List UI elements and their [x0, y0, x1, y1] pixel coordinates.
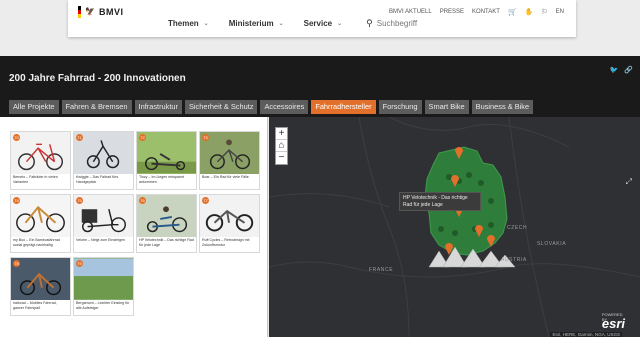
number-badge: 72 — [139, 134, 146, 141]
bike-photo: 70 — [11, 132, 70, 174]
eagle-icon: 🦅 — [85, 7, 95, 16]
map-label-france: FRANCE — [369, 267, 394, 273]
gallery-card[interactable]: 77 Ruff Cycles – Retrodesign mit Zukunft… — [199, 194, 260, 253]
bike-photo: 71 — [74, 132, 133, 174]
number-badge: 77 — [202, 197, 209, 204]
map-label-austria: AUSTRIA — [501, 257, 527, 263]
tab-sicherheit-schutz[interactable]: Sicherheit & Schutz — [184, 100, 258, 114]
number-badge: 71 — [76, 134, 83, 141]
number-badge: 76 — [139, 197, 146, 204]
link-icon[interactable]: 🔗 — [624, 66, 633, 74]
number-badge: 74 — [13, 197, 20, 204]
category-tabs: Alle Projekte Fahren & Bremsen Infrastru… — [9, 100, 534, 114]
bike-photo: 76 — [137, 195, 196, 237]
bike-photo: 77 — [200, 195, 259, 237]
bike-photo: 73 — [200, 132, 259, 174]
story-map-header: 200 Jahre Fahrrad - 200 Innovationen 🐦 🔗… — [0, 56, 640, 117]
language-switch[interactable]: EN — [556, 9, 564, 15]
search-field[interactable]: ⚲ Suchbegriff — [366, 18, 417, 29]
bike-photo: 72 — [137, 132, 196, 174]
project-gallery: 70 Bemelo – Falträder in vielen Variante… — [0, 117, 268, 337]
nav-themen[interactable]: Themen ⌄ — [168, 19, 209, 28]
number-badge: 75 — [76, 197, 83, 204]
gallery-card[interactable]: 73 Boar – Ein Rad für viele Fälle — [199, 131, 260, 190]
home-icon: ⌂ — [278, 140, 285, 151]
search-placeholder: Suchbegriff — [376, 19, 418, 28]
chevron-down-icon: ⌄ — [203, 21, 209, 27]
map-attribution: Esri, HERE, Garmin, NGA, USGS — [550, 332, 622, 337]
story-map[interactable]: + ⌂ − CZECH FRANCE AUSTRIA SLOVAKIA HP V… — [269, 117, 640, 337]
bike-photo: 74 — [11, 195, 70, 237]
chevron-down-icon: ⌄ — [337, 21, 343, 27]
card-caption: Velotm – Neigt zum Einsteigen — [76, 238, 125, 242]
share-links: 🐦 🔗 — [610, 66, 633, 74]
zoom-controls: + ⌂ − — [275, 127, 288, 165]
expand-icon[interactable]: ⤢ — [626, 177, 632, 187]
main-nav: Themen ⌄ Ministerium ⌄ Service ⌄ ⚲ Suchbegr… — [168, 18, 417, 29]
accessibility-icon[interactable]: ⚐ — [541, 8, 547, 16]
gallery-card[interactable]: 71 Kwiggle – Das Faltrad fürs Handgepäck — [73, 131, 134, 190]
tab-forschung[interactable]: Forschung — [378, 100, 422, 114]
nav-service-label: Service — [303, 19, 333, 28]
bmvi-logo[interactable]: 🦅 BMVI — [78, 6, 124, 18]
tab-business-bike[interactable]: Business & Bike — [471, 100, 534, 114]
card-caption: HP Velotechnik – Das richtige Rad für je… — [139, 238, 194, 247]
esri-logo: POWERED BY esri — [602, 312, 625, 331]
twitter-icon[interactable]: 🐦 — [610, 66, 619, 74]
map-label-slovakia: SLOVAKIA — [537, 241, 567, 247]
gallery-card[interactable]: 78 hallorad – Mobiles Fahrrad, ganzer Fa… — [10, 257, 71, 316]
site-header: 🦅 BMVI BMVI AKTUELL PRESSE KONTAKT 🛒 ✋ ⚐… — [68, 0, 576, 37]
nav-themen-label: Themen — [168, 19, 199, 28]
tab-fahren-bremsen[interactable]: Fahren & Bremsen — [61, 100, 132, 114]
zoom-out-button[interactable]: − — [276, 152, 287, 164]
gallery-card[interactable]: 74 my Boo – Ein Bambusfahrrad sozial gep… — [10, 194, 71, 253]
page-title: 200 Jahre Fahrrad - 200 Innovationen — [9, 73, 186, 84]
zoom-in-button[interactable]: + — [276, 128, 287, 140]
number-badge: 73 — [202, 134, 209, 141]
search-icon[interactable]: ⚲ — [366, 18, 373, 29]
tab-accessoires[interactable]: Accessoires — [260, 100, 309, 114]
gallery-card[interactable]: 76 HP Velotechnik – Das richtige Rad für… — [136, 194, 197, 253]
link-bmvi-aktuell[interactable]: BMVI AKTUELL — [389, 9, 432, 15]
tab-alle-projekte[interactable]: Alle Projekte — [9, 100, 59, 114]
gallery-card[interactable]: 72 Tiocy – Im Liegen entspannt ankommen — [136, 131, 197, 190]
card-caption: Ruff Cycles – Retrodesign mit Zukunftsmo… — [202, 238, 250, 247]
home-button[interactable]: ⌂ — [276, 140, 287, 152]
card-caption: Bergamont – Leichter Einstieg für alle A… — [76, 301, 130, 310]
number-badge: 78 — [13, 260, 20, 267]
number-badge: 70 — [13, 134, 20, 141]
link-presse[interactable]: PRESSE — [440, 9, 464, 15]
gallery-card[interactable]: 79 Bergamont – Leichter Einstieg für all… — [73, 257, 134, 316]
gallery-grid: 70 Bemelo – Falträder in vielen Variante… — [10, 131, 260, 316]
chevron-down-icon: ⌄ — [278, 21, 284, 27]
card-caption: hallorad – Mobiles Fahrrad, ganzer Fahrs… — [13, 301, 57, 310]
gallery-card[interactable]: 70 Bemelo – Falträder in vielen Variante… — [10, 131, 71, 190]
bike-photo: 79 — [74, 258, 133, 300]
logo-text: BMVI — [99, 7, 124, 17]
map-tooltip: HP Velotechnik - Das richtige Rad für je… — [399, 192, 481, 211]
card-caption: Tiocy – Im Liegen entspannt ankommen — [139, 175, 185, 184]
card-caption: my Boo – Ein Bambusfahrrad sozial gepräg… — [13, 238, 60, 247]
map-label-czech: CZECH — [507, 225, 528, 231]
map-basemap — [269, 117, 640, 337]
card-caption: Kwiggle – Das Faltrad fürs Handgepäck — [76, 175, 119, 184]
number-badge: 79 — [76, 260, 83, 267]
card-caption: Boar – Ein Rad für viele Fälle — [202, 175, 249, 179]
nav-ministerium-label: Ministerium — [228, 19, 274, 28]
card-caption: Bemelo – Falträder in vielen Varianten — [13, 175, 58, 184]
tab-fahrradhersteller[interactable]: Fahrradhersteller — [311, 100, 376, 114]
hand-sign-icon[interactable]: ✋ — [525, 8, 534, 16]
link-kontakt[interactable]: KONTAKT — [472, 9, 500, 15]
bike-photo: 78 — [11, 258, 70, 300]
top-utility-nav: BMVI AKTUELL PRESSE KONTAKT 🛒 ✋ ⚐ EN — [389, 8, 564, 16]
cart-icon[interactable]: 🛒 — [508, 8, 517, 16]
tab-infrastruktur[interactable]: Infrastruktur — [134, 100, 182, 114]
esri-powered-text: POWERED BY — [601, 312, 623, 322]
flag-icon — [78, 6, 81, 18]
nav-service[interactable]: Service ⌄ — [304, 19, 343, 28]
bike-photo: 75 — [74, 195, 133, 237]
tab-smart-bike[interactable]: Smart Bike — [424, 100, 469, 114]
nav-ministerium[interactable]: Ministerium ⌄ — [229, 19, 284, 28]
gallery-card[interactable]: 75 Velotm – Neigt zum Einsteigen — [73, 194, 134, 253]
